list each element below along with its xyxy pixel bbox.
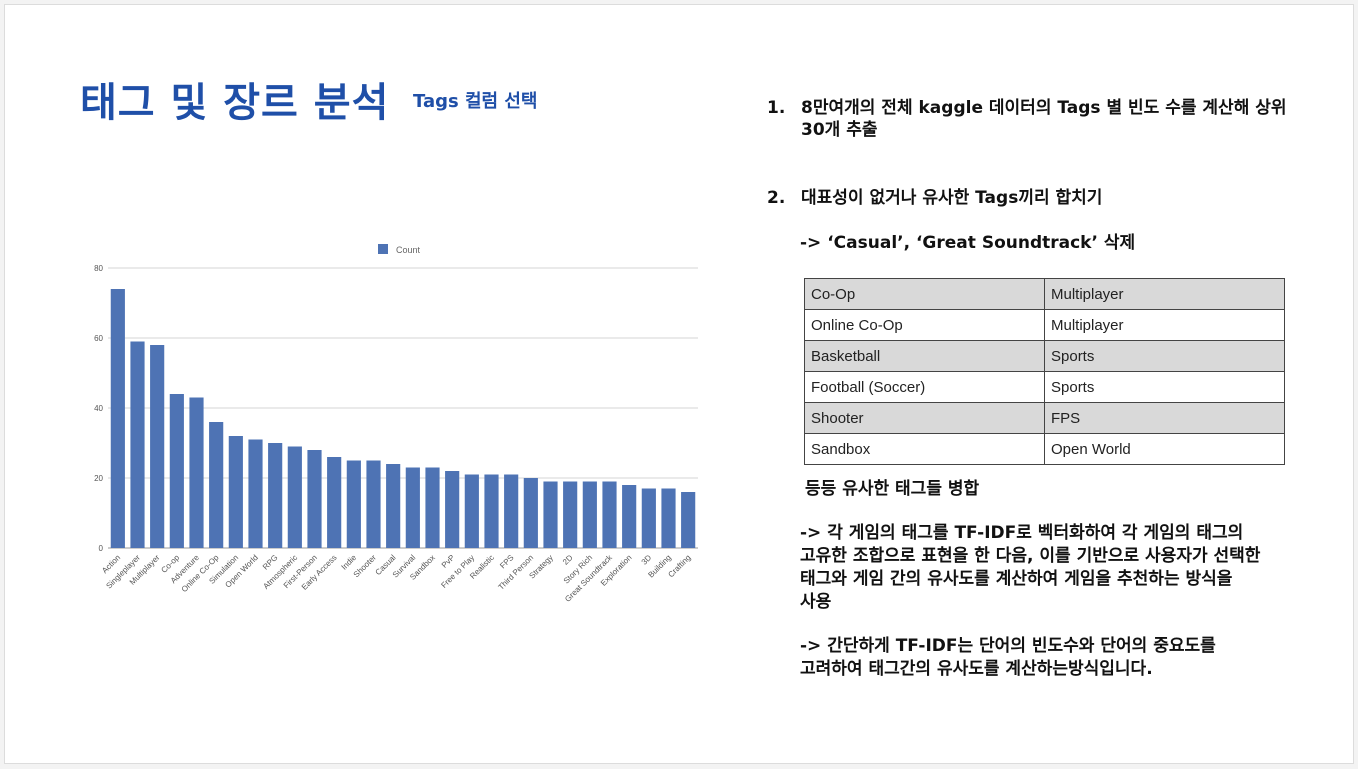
table-cell: Online Co-Op: [804, 309, 1045, 341]
bar: [464, 474, 479, 548]
paragraph-line: 태그와 게임 간의 유사도를 계산하여 게임을 추천하는 방식을: [800, 569, 1233, 589]
x-tick-label: Shooter: [352, 553, 378, 579]
x-tick-label: 3D: [640, 553, 654, 567]
list-number-2: 2.: [767, 188, 786, 208]
y-tick-label: 60: [94, 334, 103, 343]
bar: [543, 481, 558, 548]
table-row: Shooter FPS: [804, 402, 1285, 434]
paragraph-line: 고유한 조합으로 표현을 한 다음, 이를 기반으로 사용자가 선택한: [800, 546, 1261, 566]
table-row: Football (Soccer) Sports: [804, 371, 1285, 403]
bar: [641, 488, 656, 548]
bar: [110, 289, 125, 548]
bar: [228, 436, 243, 548]
bar: [504, 474, 519, 548]
y-tick-label: 80: [94, 264, 103, 273]
y-tick-label: 20: [94, 474, 103, 483]
bar: [661, 488, 676, 548]
bar: [248, 439, 263, 548]
table-cell: Sandbox: [804, 433, 1045, 465]
legend-label: Count: [396, 245, 421, 255]
table-cell: Multiplayer: [1044, 309, 1285, 341]
bar: [189, 397, 204, 548]
table-row: Co-Op Multiplayer: [804, 278, 1285, 310]
bar: [523, 478, 538, 548]
bar: [287, 446, 302, 548]
merge-note: 등등 유사한 태그들 병합: [805, 479, 980, 499]
bar: [484, 474, 499, 548]
y-tick-label: 40: [94, 404, 103, 413]
table-cell: Football (Soccer): [804, 371, 1045, 403]
bar: [425, 467, 440, 548]
legend-swatch: [378, 244, 388, 254]
table-row: Sandbox Open World: [804, 433, 1285, 465]
paragraph-line: 고려하여 태그간의 유사도를 계산하는방식입니다.: [800, 659, 1153, 679]
x-tick-label: 2D: [561, 553, 575, 567]
bar: [150, 345, 165, 548]
bar: [346, 460, 361, 548]
bar: [405, 467, 420, 548]
table-cell: Sports: [1044, 371, 1285, 403]
slide-subtitle: Tags 컬럼 선택: [413, 91, 538, 112]
tags-bar-chart: 0 20 40 60 80 Count Action Singleplayer Multipla…: [70, 232, 710, 622]
bar: [386, 464, 401, 548]
x-tick-label: PvP: [440, 553, 457, 570]
table-cell: FPS: [1044, 402, 1285, 434]
table-row: Online Co-Op Multiplayer: [804, 309, 1285, 341]
bar: [130, 341, 145, 548]
paragraph-line: -> 간단하게 TF-IDF는 단어의 빈도수와 단어의 중요도를: [800, 636, 1216, 656]
table-cell: Shooter: [804, 402, 1045, 434]
bar: [327, 457, 342, 548]
list-item-1-line-1: 8만여개의 전체 kaggle 데이터의 Tags 별 빈도 수를 계산해 상위: [801, 98, 1287, 118]
bar: [366, 460, 381, 548]
list-item-1-line-2: 30개 추출: [801, 120, 878, 140]
paragraph-line: 사용: [800, 592, 832, 612]
bar: [602, 481, 617, 548]
table-row: Basketball Sports: [804, 340, 1285, 372]
merge-table: Co-Op Multiplayer Online Co-Op Multiplay…: [804, 278, 1285, 465]
bar: [622, 485, 637, 548]
list-number-1: 1.: [767, 98, 786, 118]
paragraph-tfidf-method: -> 각 게임의 태그를 TF-IDF로 벡터화하여 각 게임의 태그의 고유한…: [800, 522, 1260, 614]
delete-note: -> ‘Casual’, ‘Great Soundtrack’ 삭제: [800, 233, 1136, 253]
table-cell: Open World: [1044, 433, 1285, 465]
bar: [209, 422, 224, 548]
table-cell: Multiplayer: [1044, 278, 1285, 310]
bar: [169, 394, 184, 548]
paragraph-line: -> 각 게임의 태그를 TF-IDF로 벡터화하여 각 게임의 태그의: [800, 523, 1244, 543]
bar: [445, 471, 460, 548]
paragraph-tfidf-summary: -> 간단하게 TF-IDF는 단어의 빈도수와 단어의 중요도를 고려하여 태…: [800, 635, 1216, 681]
list-item-2-line-1: 대표성이 없거나 유사한 Tags끼리 합치기: [801, 188, 1103, 208]
bar: [681, 492, 696, 548]
bar: [563, 481, 578, 548]
slide-title: 태그 및 장르 분석: [80, 80, 390, 126]
bar: [268, 443, 283, 548]
table-cell: Co-Op: [804, 278, 1045, 310]
bar: [307, 450, 322, 548]
bar: [582, 481, 597, 548]
table-cell: Sports: [1044, 340, 1285, 372]
chart-svg: 020406080CountActionSingleplayerMultipla…: [94, 244, 698, 604]
table-cell: Basketball: [804, 340, 1045, 372]
y-tick-label: 0: [99, 544, 104, 553]
